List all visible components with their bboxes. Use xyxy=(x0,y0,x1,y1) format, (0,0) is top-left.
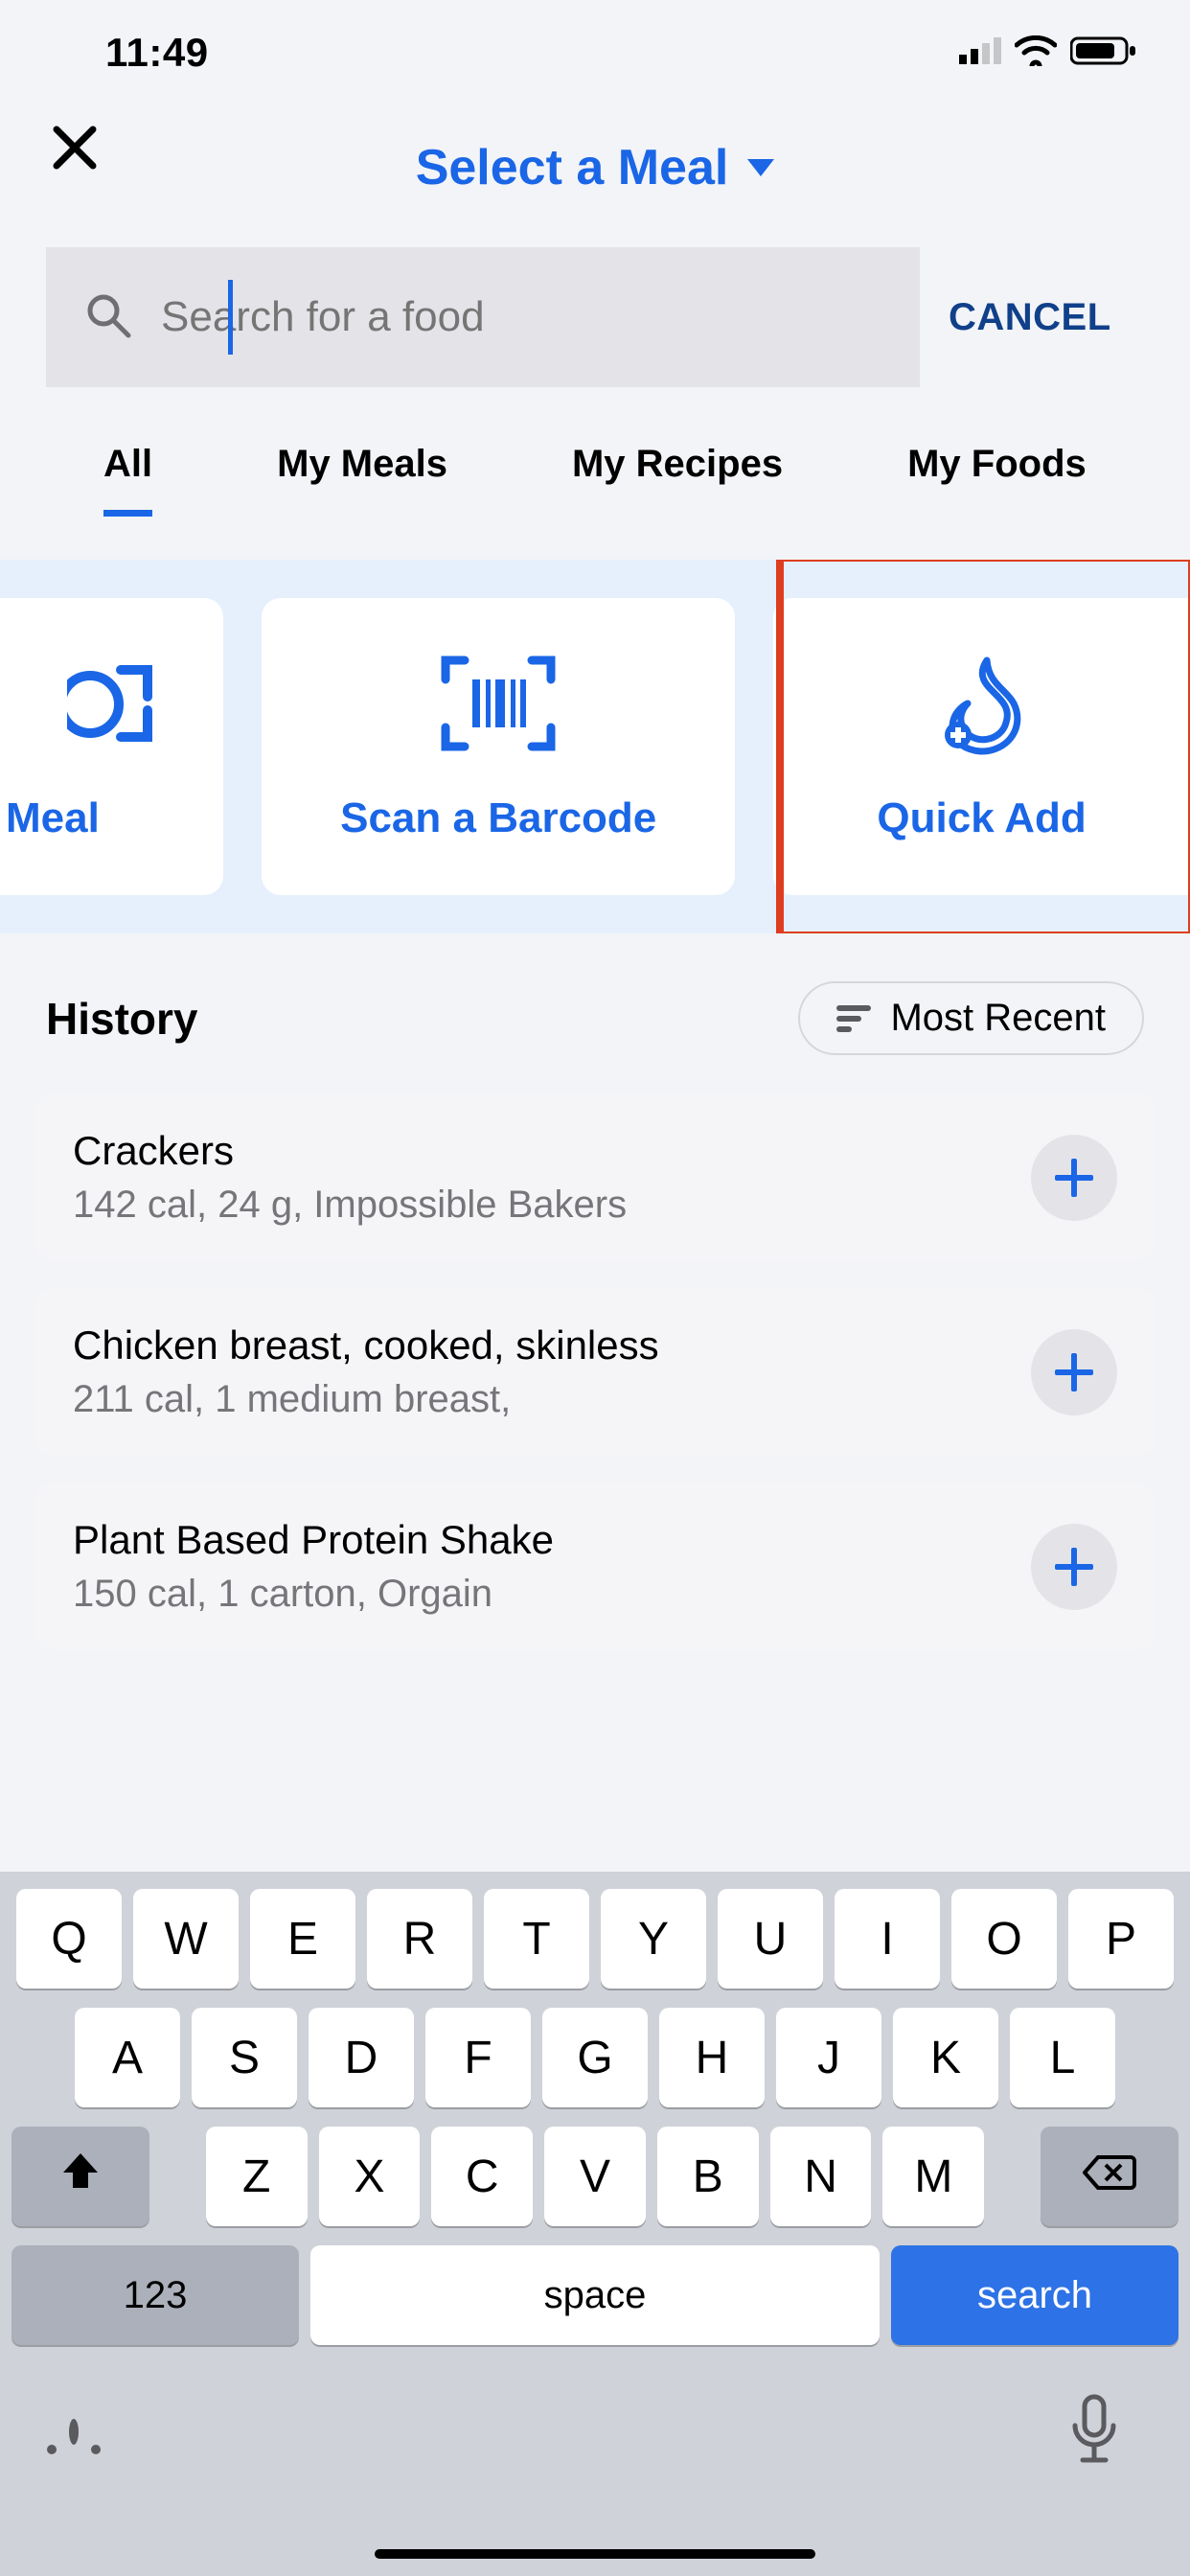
key-row-3: Z X C V B N M xyxy=(11,2127,1179,2226)
food-name: Crackers xyxy=(73,1128,627,1174)
quick-add-card[interactable]: Quick Add xyxy=(773,598,1190,895)
key-search[interactable]: search xyxy=(891,2245,1179,2345)
sort-label: Most Recent xyxy=(890,997,1106,1040)
key-p[interactable]: P xyxy=(1068,1889,1174,1989)
emoji-icon xyxy=(69,2419,79,2445)
add-food-button[interactable] xyxy=(1031,1135,1117,1221)
key-e[interactable]: E xyxy=(250,1889,355,1989)
page-title-text: Select a Meal xyxy=(416,139,729,196)
key-u[interactable]: U xyxy=(718,1889,823,1989)
search-input[interactable] xyxy=(161,293,881,341)
key-m[interactable]: M xyxy=(882,2127,984,2226)
home-indicator[interactable] xyxy=(375,2549,815,2559)
scan-meal-label: Meal xyxy=(0,794,100,842)
sort-dropdown[interactable]: Most Recent xyxy=(798,981,1144,1055)
key-r[interactable]: R xyxy=(367,1889,472,1989)
scan-meal-card[interactable]: Meal xyxy=(0,598,223,895)
key-backspace[interactable] xyxy=(1041,2127,1179,2226)
keyboard-bottom-row xyxy=(11,2364,1179,2471)
key-h[interactable]: H xyxy=(659,2008,765,2107)
flame-plus-icon xyxy=(929,651,1035,756)
keyboard[interactable]: Q W E R T Y U I O P A S D F G H J K L Z … xyxy=(0,1872,1190,2576)
list-item[interactable]: Crackers 142 cal, 24 g, Impossible Baker… xyxy=(34,1093,1156,1261)
shift-icon xyxy=(59,2150,102,2203)
dictation-button[interactable] xyxy=(1067,2393,1121,2471)
key-d[interactable]: D xyxy=(309,2008,414,2107)
close-button[interactable] xyxy=(46,121,103,178)
key-space[interactable]: space xyxy=(310,2245,880,2345)
close-icon xyxy=(53,126,97,174)
sort-icon xyxy=(836,1005,871,1032)
quick-add-label: Quick Add xyxy=(877,794,1086,842)
food-name: Chicken breast, cooked, skinless xyxy=(73,1322,659,1368)
history-list[interactable]: Crackers 142 cal, 24 g, Impossible Baker… xyxy=(0,1093,1190,1650)
key-y[interactable]: Y xyxy=(601,1889,706,1989)
key-123[interactable]: 123 xyxy=(11,2245,299,2345)
tab-all[interactable]: All xyxy=(103,443,152,486)
key-a[interactable]: A xyxy=(75,2008,180,2107)
tab-my-recipes[interactable]: My Recipes xyxy=(572,443,783,486)
food-sub: 150 cal, 1 carton, Orgain xyxy=(73,1573,554,1616)
key-c[interactable]: C xyxy=(431,2127,533,2226)
status-bar: 11:49 xyxy=(0,0,1190,105)
add-food-button[interactable] xyxy=(1031,1524,1117,1610)
plus-icon xyxy=(1055,1548,1093,1586)
history-header: History Most Recent xyxy=(0,933,1190,1093)
status-icons xyxy=(959,35,1137,71)
mic-icon xyxy=(1067,2453,1121,2470)
barcode-icon xyxy=(436,651,561,756)
cellular-icon xyxy=(959,37,1001,69)
food-sub: 211 cal, 1 medium breast, xyxy=(73,1378,659,1421)
key-l[interactable]: L xyxy=(1010,2008,1115,2107)
chevron-down-icon xyxy=(747,159,774,176)
tab-my-foods[interactable]: My Foods xyxy=(907,443,1087,486)
key-k[interactable]: K xyxy=(893,2008,998,2107)
food-name: Plant Based Protein Shake xyxy=(73,1517,554,1563)
battery-icon xyxy=(1070,35,1137,71)
wifi-icon xyxy=(1015,35,1057,71)
key-w[interactable]: W xyxy=(133,1889,239,1989)
scan-barcode-label: Scan a Barcode xyxy=(340,794,656,842)
tabs: All My Meals My Recipes My Foods xyxy=(0,406,1190,521)
key-row-1: Q W E R T Y U I O P xyxy=(11,1889,1179,1989)
key-t[interactable]: T xyxy=(484,1889,589,1989)
plus-icon xyxy=(1055,1353,1093,1392)
key-o[interactable]: O xyxy=(951,1889,1057,1989)
key-n[interactable]: N xyxy=(770,2127,872,2226)
scan-meal-icon xyxy=(67,651,153,756)
key-row-2: A S D F G H J K L xyxy=(11,2008,1179,2107)
key-q[interactable]: Q xyxy=(16,1889,122,1989)
key-z[interactable]: Z xyxy=(206,2127,308,2226)
search-icon xyxy=(84,291,132,344)
emoji-button[interactable] xyxy=(69,2424,79,2441)
key-row-4: 123 space search xyxy=(11,2245,1179,2345)
key-i[interactable]: I xyxy=(835,1889,940,1989)
key-g[interactable]: G xyxy=(542,2008,648,2107)
key-b[interactable]: B xyxy=(657,2127,759,2226)
food-sub: 142 cal, 24 g, Impossible Bakers xyxy=(73,1184,627,1227)
search-field[interactable] xyxy=(46,247,920,387)
list-item[interactable]: Chicken breast, cooked, skinless 211 cal… xyxy=(34,1288,1156,1456)
backspace-icon xyxy=(1083,2150,1136,2203)
key-f[interactable]: F xyxy=(425,2008,531,2107)
meal-selector-dropdown[interactable]: Select a Meal xyxy=(416,139,775,196)
history-title: History xyxy=(46,993,197,1045)
text-cursor xyxy=(228,280,233,355)
list-item[interactable]: Plant Based Protein Shake 150 cal, 1 car… xyxy=(34,1483,1156,1650)
key-v[interactable]: V xyxy=(544,2127,646,2226)
add-food-button[interactable] xyxy=(1031,1329,1117,1415)
search-row: CANCEL xyxy=(0,247,1190,387)
status-time: 11:49 xyxy=(105,30,209,76)
key-s[interactable]: S xyxy=(192,2008,297,2107)
key-shift[interactable] xyxy=(11,2127,149,2226)
key-j[interactable]: J xyxy=(776,2008,881,2107)
cancel-button[interactable]: CANCEL xyxy=(949,296,1111,339)
plus-icon xyxy=(1055,1159,1093,1197)
header: Select a Meal xyxy=(0,105,1190,230)
scan-barcode-card[interactable]: Scan a Barcode xyxy=(262,598,735,895)
action-cards[interactable]: Meal Scan a Barcode Quick Add xyxy=(0,560,1190,933)
key-x[interactable]: X xyxy=(319,2127,421,2226)
tab-my-meals[interactable]: My Meals xyxy=(277,443,447,486)
